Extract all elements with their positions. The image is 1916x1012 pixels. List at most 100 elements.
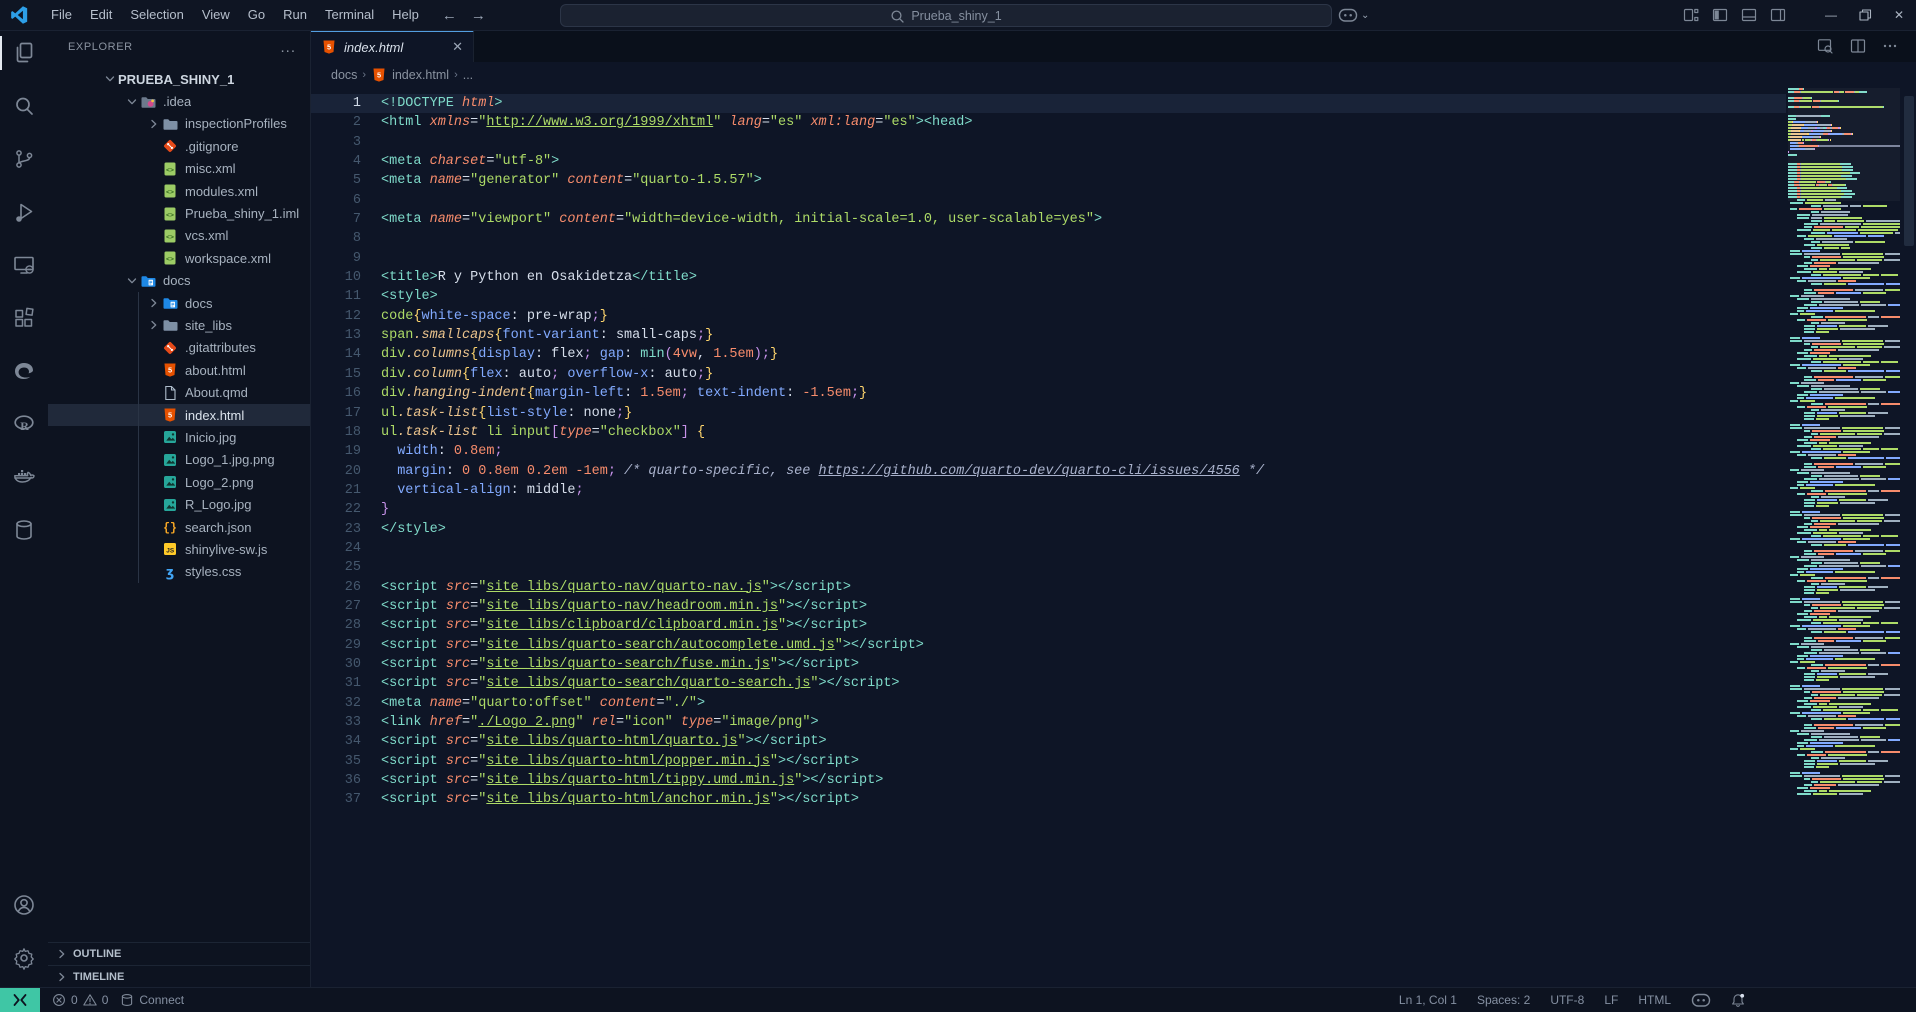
code-line-11[interactable]: 11<style>: [311, 287, 1786, 306]
split-editor-icon[interactable]: [1850, 38, 1866, 54]
back-arrow-icon[interactable]: ←: [442, 7, 457, 24]
code-editor[interactable]: 1<!DOCTYPE html>2<html xmlns="http://www…: [311, 94, 1786, 810]
breadcrumb[interactable]: docs › 5 index.html › ...: [311, 62, 1916, 88]
code-line-22[interactable]: 22}: [311, 500, 1786, 519]
code-line-30[interactable]: 30<script src="site_libs/quarto-search/f…: [311, 655, 1786, 674]
command-center[interactable]: Prueba_shiny_1: [560, 4, 1332, 27]
tree-item-misc-xml[interactable]: <>misc.xml: [48, 158, 310, 180]
code-line-6[interactable]: 6: [311, 191, 1786, 210]
code-line-10[interactable]: 10<title>R y Python en Osakidetza</title…: [311, 268, 1786, 287]
menu-item-selection[interactable]: Selection: [121, 0, 192, 30]
tree-item-about-html[interactable]: 5about.html: [48, 359, 310, 381]
code-line-12[interactable]: 12code{white-space: pre-wrap;}: [311, 307, 1786, 326]
code-line-33[interactable]: 33<link href="./Logo_2.png" rel="icon" t…: [311, 713, 1786, 732]
code-line-28[interactable]: 28<script src="site_libs/clipboard/clipb…: [311, 616, 1786, 635]
toggle-panel-icon[interactable]: [1741, 7, 1757, 23]
tree-item-r-logo-jpg[interactable]: R_Logo.jpg: [48, 493, 310, 515]
tree-item-vcs-xml[interactable]: <>vcs.xml: [48, 225, 310, 247]
tree-item-logo-1-jpg-png[interactable]: Logo_1.jpg.png: [48, 449, 310, 471]
code-line-31[interactable]: 31<script src="site_libs/quarto-search/q…: [311, 674, 1786, 693]
db-connect[interactable]: Connect: [120, 993, 184, 1007]
breadcrumb-docs[interactable]: docs: [331, 68, 357, 82]
eol-sequence[interactable]: LF: [1604, 993, 1618, 1007]
tree-item-modules-xml[interactable]: <>modules.xml: [48, 180, 310, 202]
copilot-status-icon[interactable]: [1691, 991, 1711, 1009]
code-line-15[interactable]: 15div.column{flex: auto; overflow-x: aut…: [311, 365, 1786, 384]
close-button[interactable]: ✕: [1882, 0, 1916, 30]
tree-item-logo-2-png[interactable]: Logo_2.png: [48, 471, 310, 493]
code-line-7[interactable]: 7<meta name="viewport" content="width=de…: [311, 210, 1786, 229]
open-changes-icon[interactable]: [1817, 38, 1834, 55]
activity-source-control[interactable]: [0, 136, 48, 182]
code-line-16[interactable]: 16div.hanging-indent{margin-left: 1.5em;…: [311, 384, 1786, 403]
code-line-9[interactable]: 9: [311, 249, 1786, 268]
code-line-1[interactable]: 1<!DOCTYPE html>: [311, 94, 1786, 113]
section-timeline[interactable]: TIMELINE: [48, 965, 310, 988]
menu-item-go[interactable]: Go: [239, 0, 274, 30]
tab-close-icon[interactable]: ✕: [452, 39, 463, 55]
activity-database[interactable]: [0, 507, 48, 553]
indentation[interactable]: Spaces: 2: [1477, 993, 1530, 1007]
code-line-23[interactable]: 23</style>: [311, 520, 1786, 539]
tree-item-workspace-xml[interactable]: <>workspace.xml: [48, 247, 310, 269]
code-line-5[interactable]: 5<meta name="generator" content="quarto-…: [311, 171, 1786, 190]
menu-item-run[interactable]: Run: [274, 0, 316, 30]
vertical-scrollbar[interactable]: [1902, 88, 1916, 988]
code-line-4[interactable]: 4<meta charset="utf-8">: [311, 152, 1786, 171]
code-line-26[interactable]: 26<script src="site_libs/quarto-nav/quar…: [311, 578, 1786, 597]
activity-docker[interactable]: [0, 454, 48, 500]
code-line-35[interactable]: 35<script src="site_libs/quarto-html/pop…: [311, 752, 1786, 771]
tree-item--gitattributes[interactable]: .gitattributes: [48, 337, 310, 359]
code-line-34[interactable]: 34<script src="site_libs/quarto-html/qua…: [311, 732, 1786, 751]
code-line-36[interactable]: 36<script src="site_libs/quarto-html/tip…: [311, 771, 1786, 790]
activity-search[interactable]: [0, 83, 48, 129]
tree-item-shinylive-sw-js[interactable]: JSshinylive-sw.js: [48, 538, 310, 560]
code-line-14[interactable]: 14div.columns{display: flex; gap: min(4v…: [311, 345, 1786, 364]
menu-item-edit[interactable]: Edit: [81, 0, 121, 30]
tree-item-docs[interactable]: docs: [48, 270, 310, 292]
notifications-bell-icon[interactable]: [1731, 993, 1746, 1008]
more-actions-icon[interactable]: [1882, 38, 1898, 54]
activity-settings[interactable]: [0, 935, 48, 981]
encoding[interactable]: UTF-8: [1550, 993, 1584, 1007]
maximize-button[interactable]: [1848, 0, 1882, 30]
tree-item-prueba-shiny-1[interactable]: PRUEBA_SHINY_1: [48, 68, 310, 90]
code-line-32[interactable]: 32<meta name="quarto:offset" content="./…: [311, 694, 1786, 713]
activity-explorer[interactable]: [0, 30, 48, 76]
toggle-sidebar-icon[interactable]: [1712, 7, 1728, 23]
code-line-29[interactable]: 29<script src="site_libs/quarto-search/a…: [311, 636, 1786, 655]
tree-item-index-html[interactable]: 5index.html: [48, 404, 310, 426]
tree-item-search-json[interactable]: {}search.json: [48, 516, 310, 538]
forward-arrow-icon[interactable]: →: [471, 7, 486, 24]
tree-item-inspectionprofiles[interactable]: inspectionProfiles: [48, 113, 310, 135]
code-line-27[interactable]: 27<script src="site_libs/quarto-nav/head…: [311, 597, 1786, 616]
language-mode[interactable]: HTML: [1638, 993, 1671, 1007]
copilot-menu[interactable]: ⌄: [1338, 0, 1369, 30]
code-line-37[interactable]: 37<script src="site_libs/quarto-html/anc…: [311, 790, 1786, 809]
activity-remote-explorer[interactable]: [0, 242, 48, 288]
menu-item-help[interactable]: Help: [383, 0, 428, 30]
tab-index-html[interactable]: 5 index.html ✕: [311, 30, 474, 62]
tree-item-styles-css[interactable]: ʒstyles.css: [48, 561, 310, 583]
toggle-secondary-sidebar-icon[interactable]: [1770, 7, 1786, 23]
activity-edge-browser[interactable]: [0, 348, 48, 394]
tree-item--gitignore[interactable]: .gitignore: [48, 135, 310, 157]
code-line-3[interactable]: 3: [311, 133, 1786, 152]
activity-extensions[interactable]: [0, 295, 48, 341]
minimize-button[interactable]: ―: [1814, 0, 1848, 30]
code-line-24[interactable]: 24: [311, 539, 1786, 558]
code-line-17[interactable]: 17ul.task-list{list-style: none;}: [311, 404, 1786, 423]
code-line-8[interactable]: 8: [311, 229, 1786, 248]
menu-item-view[interactable]: View: [193, 0, 239, 30]
explorer-more-actions[interactable]: ...: [280, 39, 296, 56]
scrollbar-thumb[interactable]: [1904, 96, 1914, 246]
remote-indicator[interactable]: [0, 988, 40, 1012]
activity-account[interactable]: [0, 882, 48, 928]
code-line-19[interactable]: 19 width: 0.8em;: [311, 442, 1786, 461]
menu-item-terminal[interactable]: Terminal: [316, 0, 383, 30]
breadcrumb-file[interactable]: index.html: [392, 68, 449, 82]
code-line-2[interactable]: 2<html xmlns="http://www.w3.org/1999/xht…: [311, 113, 1786, 132]
tree-item-site-libs[interactable]: site_libs: [48, 314, 310, 336]
minimap[interactable]: [1788, 88, 1900, 988]
breadcrumb-symbol[interactable]: ...: [463, 68, 473, 82]
